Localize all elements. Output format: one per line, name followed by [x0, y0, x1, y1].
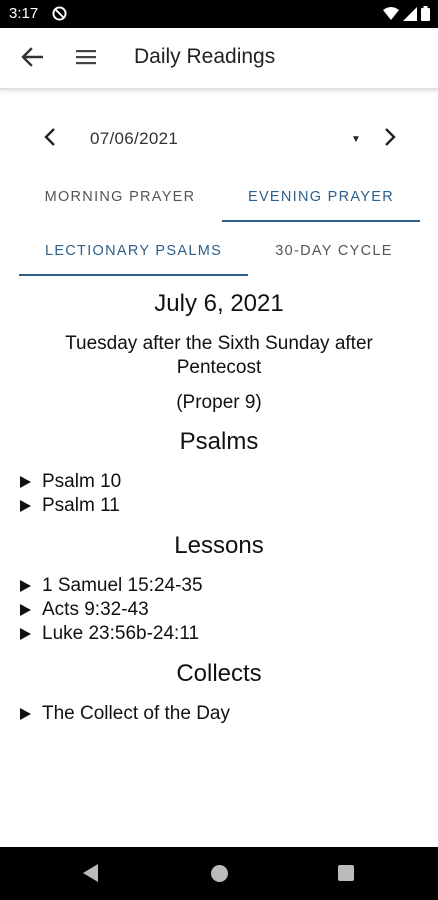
date-select[interactable]: 07/06/2021 ▼	[80, 120, 370, 158]
reading-item[interactable]: 1 Samuel 15:24-35	[18, 574, 418, 598]
previous-day-button[interactable]	[38, 126, 62, 152]
liturgical-day: Tuesday after the Sixth Sunday after Pen…	[65, 333, 373, 378]
status-bar: 3:17	[0, 0, 438, 28]
disclosure-triangle-icon	[20, 628, 31, 640]
status-icons	[383, 6, 430, 26]
section-heading-psalms: Psalms	[179, 428, 259, 455]
date-navigator: 07/06/2021 ▼	[0, 120, 438, 158]
reading-item[interactable]: Psalm 11	[18, 494, 418, 518]
office-tabs: Morning Prayer Evening Prayer	[0, 172, 438, 222]
date-heading: July 6, 2021	[154, 290, 284, 317]
disclosure-triangle-icon	[20, 476, 31, 488]
app-bar: Daily Readings	[0, 28, 438, 90]
proper-label: (Proper 9)	[176, 392, 262, 413]
tab-lectionary-psalms[interactable]: Lectionary Psalms	[19, 226, 248, 276]
reading-item[interactable]: The Collect of the Day	[18, 702, 418, 726]
chevron-right-icon	[384, 127, 396, 152]
tab-morning-prayer[interactable]: Morning Prayer	[19, 172, 221, 222]
reading-item[interactable]: Luke 23:56b-24:11	[18, 622, 418, 646]
collects-list: The Collect of the Day	[18, 702, 418, 726]
reading-label: 1 Samuel 15:24-35	[42, 575, 203, 596]
reading-label: Psalm 11	[42, 495, 120, 516]
tab-indicator	[19, 274, 248, 276]
date-value: 07/06/2021	[90, 129, 179, 148]
tab-label: Evening Prayer	[247, 189, 395, 205]
section-heading-collects: Collects	[176, 660, 262, 687]
disclosure-triangle-icon	[20, 604, 31, 616]
tab-label: 30-Day Cycle	[275, 243, 393, 259]
disclosure-triangle-icon	[20, 500, 31, 512]
nav-recents-icon[interactable]	[338, 865, 354, 881]
reading-item[interactable]: Psalm 10	[18, 470, 418, 494]
signal-icon	[403, 6, 417, 26]
caret-down-icon: ▼	[351, 134, 361, 145]
arrow-left-icon	[21, 46, 44, 72]
nav-home-icon[interactable]	[211, 865, 228, 882]
back-button[interactable]	[19, 46, 45, 72]
battery-icon	[421, 6, 430, 26]
dnd-icon	[52, 6, 67, 26]
reading-item[interactable]: Acts 9:32-43	[18, 598, 418, 622]
nav-back-icon[interactable]	[82, 863, 100, 888]
hamburger-menu-icon	[75, 49, 97, 70]
chevron-left-icon	[44, 127, 56, 152]
section-heading-lessons: Lessons	[174, 532, 264, 559]
reading-label: The Collect of the Day	[42, 703, 230, 724]
reading-label: Psalm 10	[42, 471, 122, 492]
system-navigation-bar	[0, 847, 438, 900]
source-tabs: Lectionary Psalms 30-Day Cycle	[0, 226, 438, 276]
tab-indicator	[222, 220, 420, 222]
menu-button[interactable]	[73, 46, 99, 72]
status-time: 3:17	[9, 5, 39, 22]
disclosure-triangle-icon	[20, 580, 31, 592]
wifi-icon	[383, 6, 399, 26]
tab-30-day-cycle[interactable]: 30-Day Cycle	[248, 226, 420, 276]
tab-evening-prayer[interactable]: Evening Prayer	[222, 172, 420, 222]
reading-label: Luke 23:56b-24:11	[42, 623, 200, 644]
psalms-list: Psalm 10 Psalm 11	[18, 470, 418, 518]
next-day-button[interactable]	[378, 126, 402, 152]
tab-label: Lectionary Psalms	[44, 243, 223, 259]
page-title: Daily Readings	[134, 45, 276, 68]
lessons-list: 1 Samuel 15:24-35 Acts 9:32-43 Luke 23:5…	[18, 574, 418, 646]
disclosure-triangle-icon	[20, 708, 31, 720]
tab-label: Morning Prayer	[44, 189, 196, 205]
reading-label: Acts 9:32-43	[42, 599, 149, 620]
